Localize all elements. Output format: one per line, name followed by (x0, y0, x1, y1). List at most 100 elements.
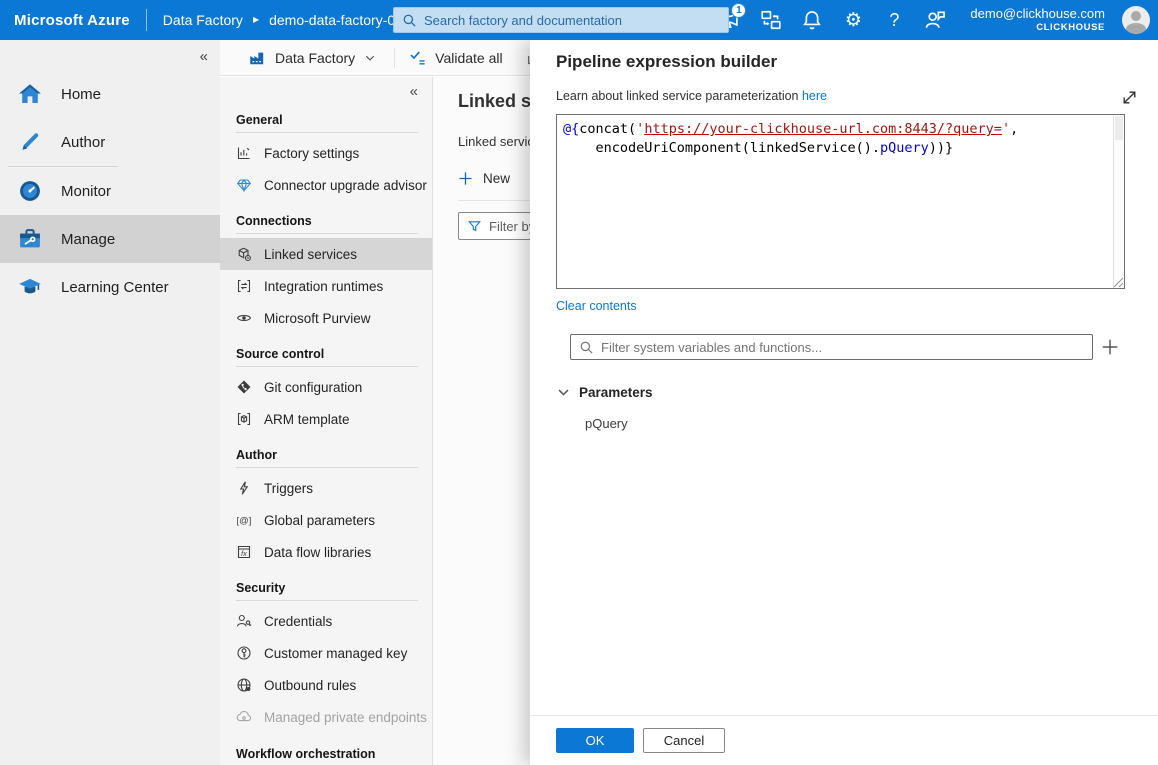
sidenav-item-label: Microsoft Purview (264, 311, 371, 326)
avatar-body (1126, 23, 1146, 34)
sidenav-item-customer-managed-key[interactable]: Customer managed key (220, 637, 432, 669)
sidenav-item-label: ARM template (264, 412, 350, 427)
expression-line-1: @{concat('https://your-clickhouse-url.co… (563, 120, 1108, 139)
sidenav-item-microsoft-purview[interactable]: Microsoft Purview (220, 302, 432, 334)
function-filter-input[interactable] (601, 340, 1084, 355)
cancel-button[interactable]: Cancel (643, 728, 725, 753)
sidenav-collapse-button[interactable]: « (220, 77, 432, 100)
ok-button[interactable]: OK (556, 728, 634, 753)
sidenav-item-credentials[interactable]: Credentials (220, 605, 432, 637)
sidenav-item-data-flow-libraries[interactable]: fx Data flow libraries (220, 536, 432, 568)
git-icon (236, 379, 252, 395)
sidenav-item-label: Data flow libraries (264, 545, 371, 560)
sidenav-item-git-configuration[interactable]: Git configuration (220, 371, 432, 403)
graduation-cap-icon (18, 275, 42, 299)
sidenav-item-triggers[interactable]: Triggers (220, 472, 432, 504)
sidenav-item-factory-settings[interactable]: Factory settings (220, 137, 432, 169)
avatar-head (1131, 11, 1141, 21)
sidenav-item-label: Outbound rules (264, 678, 356, 693)
clear-contents-link[interactable]: Clear contents (556, 299, 637, 313)
sidenav-item-outbound-rules[interactable]: Outbound rules (220, 669, 432, 701)
validate-all-label: Validate all (435, 50, 502, 66)
function-filter-wrap[interactable] (570, 334, 1093, 360)
help-button[interactable]: ? (882, 8, 906, 32)
section-divider (236, 467, 418, 468)
sidenav-item-label: Integration runtimes (264, 279, 383, 294)
learn-text: Learn about linked service parameterizat… (556, 89, 1158, 103)
sidenav-item-label: Triggers (264, 481, 313, 496)
chevron-down-icon (557, 386, 570, 399)
azure-brand[interactable]: Microsoft Azure (14, 12, 130, 29)
section-title-workflow-orchestration-manager: Workflow orchestration manager (220, 733, 432, 765)
global-search-input[interactable] (424, 13, 720, 28)
validate-all-button[interactable]: Validate all (409, 49, 502, 67)
manage-sidenav: « General Factory settings Connector upg… (220, 77, 433, 765)
expression-editor[interactable]: @{concat('https://your-clickhouse-url.co… (556, 114, 1125, 289)
arm-template-icon (236, 411, 252, 427)
factory-settings-icon (236, 145, 252, 161)
rail-collapse-button[interactable]: « (196, 46, 212, 67)
rail-item-author[interactable]: Author (0, 118, 220, 166)
function-filter-row (570, 334, 1121, 360)
section-divider (236, 366, 418, 367)
notifications-button[interactable] (800, 8, 824, 32)
topbar-divider (146, 9, 147, 31)
sidenav-item-managed-private-endpoints[interactable]: Managed private endpoints (220, 701, 432, 733)
editor-scrollbar[interactable] (1113, 115, 1124, 288)
expand-panel-button[interactable] (1117, 85, 1141, 109)
search-icon (402, 13, 417, 28)
section-title-security: Security (220, 568, 432, 600)
sidenav-item-label: Linked services (264, 247, 357, 262)
breadcrumb-app[interactable]: Data Factory (163, 12, 243, 28)
diamond-gem-icon (236, 177, 252, 193)
fx-library-icon: fx (236, 544, 252, 560)
account-menu[interactable]: demo@clickhouse.com CLICKHOUSE (970, 6, 1105, 34)
sidenav-item-label: Customer managed key (264, 646, 407, 661)
account-org: CLICKHOUSE (1036, 22, 1105, 34)
sidenav-item-label: Git configuration (264, 380, 362, 395)
chevron-down-icon (364, 52, 376, 64)
linked-services-cube-icon (236, 246, 252, 262)
section-divider (236, 600, 418, 601)
sidenav-item-global-parameters[interactable]: [@] Global parameters (220, 504, 432, 536)
factory-switcher[interactable]: Data Factory (248, 49, 376, 67)
lightning-icon (236, 480, 252, 496)
topbar-right-cluster: 1 ⚙ ? (718, 0, 1158, 40)
integration-runtimes-icon (236, 278, 252, 294)
parameters-section-toggle[interactable]: Parameters (557, 385, 1158, 400)
global-search[interactable] (393, 7, 729, 33)
rail-item-learning-center[interactable]: Learning Center (0, 263, 220, 311)
feedback-button[interactable] (923, 8, 947, 32)
rail-item-manage[interactable]: Manage (0, 215, 220, 263)
add-parameter-button[interactable] (1099, 336, 1121, 358)
breadcrumb-factory-name[interactable]: demo-data-factory-00 (269, 12, 403, 28)
global-parameters-icon: [@] (236, 512, 252, 528)
parameter-item-pquery[interactable]: pQuery (585, 416, 1158, 431)
rail-item-home[interactable]: Home (0, 70, 220, 118)
toolbox-icon (18, 227, 42, 251)
rail-item-label: Home (61, 86, 101, 103)
bell-icon (801, 9, 823, 31)
code-param-token: pQuery (880, 140, 929, 156)
sidenav-item-connector-upgrade-advisor[interactable]: Connector upgrade advisor (220, 169, 432, 201)
learn-here-link[interactable]: here (802, 89, 827, 103)
sidenav-item-label: Factory settings (264, 146, 359, 161)
settings-button[interactable]: ⚙ (841, 8, 865, 32)
expression-line-2: encodeUriComponent(linkedService().pQuer… (563, 139, 1108, 158)
top-bar: Microsoft Azure Data Factory ▶ demo-data… (0, 0, 1158, 40)
switch-factory-button[interactable] (759, 8, 783, 32)
avatar[interactable] (1122, 6, 1150, 34)
factory-switcher-label: Data Factory (275, 50, 355, 66)
code-fn-token: encodeUriComponent(linkedService(). (563, 140, 880, 156)
sidenav-item-arm-template[interactable]: ARM template (220, 403, 432, 435)
editor-scrollbar-thumb[interactable] (1115, 116, 1123, 140)
help-icon: ? (889, 11, 899, 29)
switch-factory-icon (760, 9, 782, 31)
sidenav-item-linked-services[interactable]: Linked services (220, 238, 432, 270)
rail-item-monitor[interactable]: Monitor (0, 167, 220, 215)
sidenav-item-integration-runtimes[interactable]: Integration runtimes (220, 270, 432, 302)
section-divider (236, 233, 418, 234)
person-key-icon (236, 613, 252, 629)
sidenav-item-label: Managed private endpoints (264, 710, 427, 725)
code-open-token: @{ (563, 121, 579, 137)
